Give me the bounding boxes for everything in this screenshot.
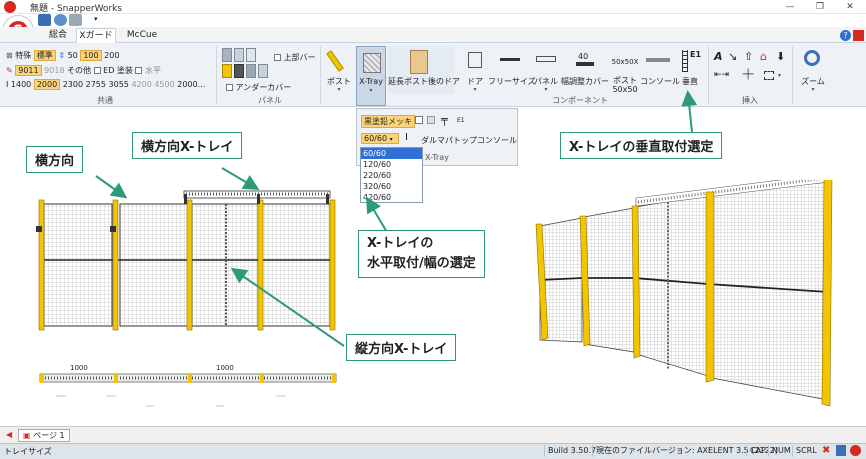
callout-horizontal-mount: X-トレイの 水平取付/幅の選定 (358, 230, 485, 278)
status-cap: CAP (746, 445, 769, 457)
status-left: トレイサイズ (4, 447, 52, 456)
status-error-icon[interactable]: ✖ (822, 445, 830, 457)
page-nav-icon[interactable]: ◀ (6, 430, 12, 439)
page-tab-bar: ◀ ▣ ページ 1 (0, 426, 866, 443)
callout-horizontal: 横方向 (26, 146, 84, 173)
page-icon: ▣ (23, 431, 31, 440)
status-build: Build 3.50.7 (544, 445, 599, 457)
status-scrl: SCRL (792, 445, 820, 457)
page-tab[interactable]: ▣ ページ 1 (18, 429, 70, 442)
callout-horizontal-mount-line1: X-トレイの (367, 236, 434, 251)
status-logo-icon[interactable] (850, 445, 861, 456)
callout-horizontal-mount-line2: 水平取付/幅の選定 (367, 256, 476, 271)
callout-vertical-mount: X-トレイの垂直取付選定 (560, 132, 723, 159)
status-info-icon[interactable] (836, 445, 846, 456)
callout-horizontal-xtray: 横方向X-トレイ (132, 132, 243, 159)
page-tab-label: ページ 1 (33, 431, 65, 440)
status-num: NUM (768, 445, 794, 457)
callout-vertical-xtray: 縦方向X-トレイ (346, 334, 457, 361)
